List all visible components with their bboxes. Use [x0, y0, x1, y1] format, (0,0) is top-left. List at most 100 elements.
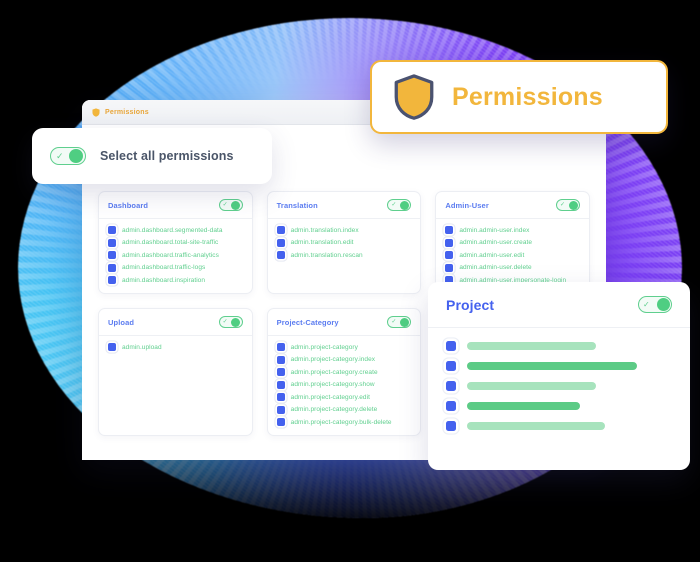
list-item[interactable] [446, 341, 672, 351]
permission-row[interactable]: admin.dashboard.traffic-logs [108, 263, 243, 272]
card-toggle[interactable]: ✓ [218, 199, 243, 211]
permission-label: admin.project-category.index [290, 356, 376, 363]
project-card-toggle[interactable]: ✓ [638, 296, 672, 313]
permission-row[interactable]: admin.admin-user.create [445, 238, 580, 247]
card-title: Translation [276, 200, 318, 210]
checkbox[interactable] [446, 361, 456, 371]
checkbox[interactable] [446, 401, 456, 411]
checkbox[interactable] [276, 226, 285, 234]
shield-icon [92, 107, 100, 117]
permission-row[interactable]: admin.project-category.bulk-delete [276, 418, 412, 426]
checkbox[interactable] [108, 226, 116, 234]
screenshot-stage: Permissions Dashboard ✓ admin.dashboard.… [0, 0, 700, 562]
checkbox[interactable] [276, 393, 285, 401]
permission-label: admin.project-category.show [290, 381, 375, 388]
permission-row[interactable]: admin.upload [108, 343, 243, 351]
toggle-knob [231, 200, 241, 210]
checkbox[interactable] [445, 226, 454, 234]
checkbox[interactable] [108, 238, 116, 247]
checkbox[interactable] [276, 251, 285, 259]
checkbox[interactable] [276, 405, 285, 414]
card-header: Upload ✓ [99, 309, 252, 336]
permission-row[interactable]: admin.project-category.delete [276, 405, 412, 414]
check-icon: ✓ [643, 299, 650, 309]
project-card-header: Project ✓ [428, 282, 690, 328]
permission-row[interactable]: admin.admin-user.index [445, 226, 580, 234]
list-item[interactable] [446, 401, 672, 411]
checkbox[interactable] [108, 343, 116, 351]
permissions-banner: Permissions [370, 60, 668, 134]
permission-card-project-category: Project-Category ✓ admin.project-categor… [266, 308, 422, 436]
checkbox[interactable] [446, 421, 456, 431]
permission-label: admin.admin-user.index [459, 226, 530, 234]
permission-row[interactable]: admin.dashboard.traffic-analytics [108, 251, 243, 259]
permission-label: admin.translation.rescan [290, 251, 363, 259]
permission-label: admin.project-category.bulk-delete [290, 418, 392, 426]
select-all-toggle[interactable]: ✓ [50, 147, 86, 165]
check-icon: ✓ [560, 202, 566, 208]
permission-row[interactable]: admin.dashboard.inspiration [108, 276, 243, 284]
card-toggle[interactable]: ✓ [387, 316, 412, 328]
checkbox[interactable] [276, 355, 285, 364]
check-icon: ✓ [391, 202, 397, 208]
placeholder-bar [467, 422, 605, 430]
permission-row[interactable]: admin.project-category.index [276, 355, 412, 364]
permission-row[interactable]: admin.project-category [276, 343, 412, 351]
check-icon: ✓ [391, 319, 397, 325]
card-toggle[interactable]: ✓ [218, 316, 243, 328]
project-card-body [428, 328, 690, 444]
list-item[interactable] [446, 421, 672, 431]
permission-row[interactable]: admin.translation.index [276, 226, 412, 234]
checkbox[interactable] [445, 263, 454, 272]
checkbox[interactable] [446, 341, 456, 351]
permission-row[interactable]: admin.project-category.show [276, 380, 412, 389]
permission-row[interactable]: admin.admin-user.edit [445, 251, 580, 259]
checkbox[interactable] [108, 251, 116, 259]
toggle-knob [399, 317, 409, 327]
toggle-knob [399, 200, 409, 210]
permission-row[interactable]: admin.project-category.edit [276, 393, 412, 401]
permission-card-upload: Upload ✓ admin.upload [98, 308, 253, 436]
permission-label: admin.dashboard.segmented-data [122, 226, 223, 234]
card-header: Dashboard ✓ [99, 192, 252, 219]
checkbox[interactable] [276, 343, 285, 351]
permission-label: admin.project-category.create [290, 368, 378, 376]
card-body: admin.project-category admin.project-cat… [268, 336, 421, 435]
permission-label: admin.translation.index [290, 226, 359, 234]
card-body: admin.upload [99, 336, 252, 360]
checkbox[interactable] [108, 276, 116, 284]
card-header: Translation ✓ [267, 192, 421, 219]
checkbox[interactable] [445, 251, 454, 259]
shield-icon [394, 74, 434, 120]
permission-row[interactable]: admin.project-category.create [276, 368, 412, 376]
toggle-knob [231, 317, 241, 327]
checkbox[interactable] [108, 263, 116, 272]
permission-row[interactable]: admin.translation.rescan [276, 251, 412, 259]
permission-row[interactable]: admin.admin-user.delete [445, 263, 580, 272]
checkbox[interactable] [276, 418, 285, 426]
checkbox[interactable] [276, 380, 285, 389]
card-body: admin.translation.index admin.translatio… [268, 219, 421, 268]
permission-row[interactable]: admin.translation.edit [276, 238, 412, 247]
permission-row[interactable]: admin.dashboard.segmented-data [108, 226, 243, 234]
permission-row[interactable]: admin.dashboard.total-site-traffic [108, 238, 243, 247]
card-title: Dashboard [108, 200, 149, 210]
list-item[interactable] [446, 361, 672, 371]
card-toggle[interactable]: ✓ [556, 199, 580, 211]
checkbox[interactable] [446, 381, 456, 391]
list-item[interactable] [446, 381, 672, 391]
select-all-label: Select all permissions [100, 149, 234, 163]
select-all-permissions-card[interactable]: ✓ Select all permissions [32, 128, 272, 184]
checkbox[interactable] [276, 368, 285, 376]
permission-label: admin.dashboard.traffic-logs [122, 264, 206, 271]
checkbox[interactable] [445, 238, 454, 247]
check-icon: ✓ [222, 319, 228, 325]
checkbox[interactable] [276, 238, 285, 247]
permission-label: admin.admin-user.delete [459, 264, 532, 271]
check-icon: ✓ [56, 150, 64, 161]
tab-permissions[interactable]: Permissions [92, 107, 149, 117]
card-toggle[interactable]: ✓ [387, 199, 412, 211]
placeholder-bar [467, 362, 637, 370]
card-title: Project-Category [276, 317, 339, 327]
permission-label: admin.upload [122, 343, 162, 351]
